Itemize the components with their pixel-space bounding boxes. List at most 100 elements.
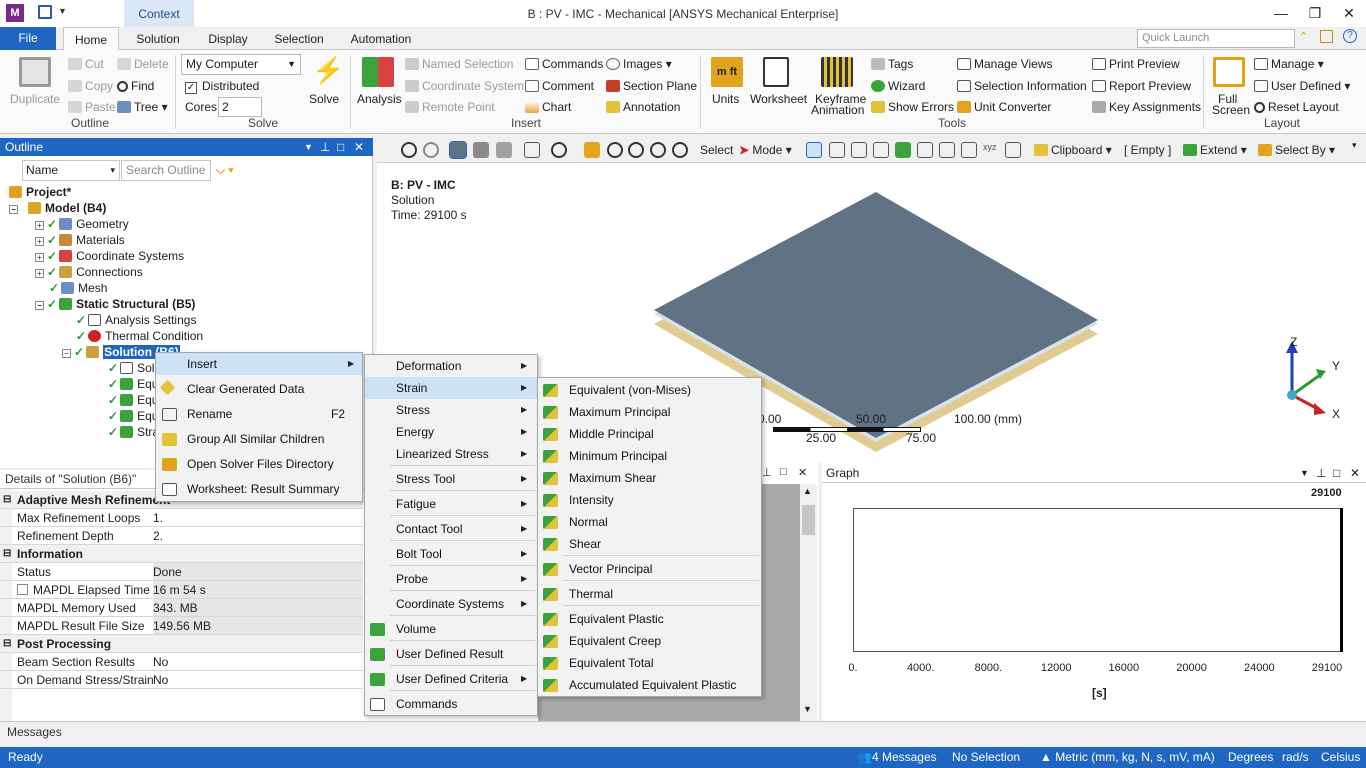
show-errors-button[interactable]: Show Errors	[871, 100, 954, 114]
panel-close-icon[interactable]: ✕	[798, 466, 807, 479]
context-menu-rename[interactable]: Rename F2	[156, 403, 362, 425]
section-plane-button[interactable]: Section Plane	[606, 79, 697, 93]
images-button[interactable]: Images ▾	[606, 57, 672, 71]
insert-menu-commands[interactable]: Commands	[365, 693, 537, 715]
tree-item-geometry[interactable]: + ✓ Geometry	[35, 216, 129, 232]
tree-item-result-3[interactable]: ✓ Equi	[108, 408, 161, 424]
coordinate-icon[interactable]: xyz	[983, 142, 999, 158]
rotate-icon[interactable]	[551, 142, 567, 158]
tree-item-result-4[interactable]: ✓ Stra	[108, 424, 159, 440]
remote-point-button[interactable]: Remote Point	[405, 100, 495, 114]
tree-button[interactable]: Tree ▾	[117, 100, 168, 114]
zoom-in-icon[interactable]	[401, 142, 417, 158]
graph-close-icon[interactable]: ✕	[1350, 463, 1360, 483]
key-assignments-button[interactable]: Key Assignments	[1092, 100, 1201, 114]
details-row-on-demand-stress-strain[interactable]: On Demand Stress/Strain No	[0, 671, 363, 689]
search-outline-input[interactable]: Search Outline	[121, 160, 211, 181]
toolbar-overflow-icon[interactable]: ▾	[1352, 140, 1357, 151]
computer-select[interactable]: My Computer ▼	[181, 54, 301, 75]
zoom-out-icon[interactable]	[423, 142, 439, 158]
analysis-button[interactable]: Analysis	[357, 92, 402, 106]
print-preview-button[interactable]: Print Preview	[1092, 57, 1180, 71]
insert-menu-energy[interactable]: Energy ▶	[365, 421, 537, 443]
strain-menu-minimum-principal[interactable]: Minimum Principal	[538, 445, 761, 467]
reset-layout-button[interactable]: Reset Layout	[1254, 100, 1339, 114]
details-row-mapdl-result-file-size[interactable]: MAPDL Result File Size 149.56 MB	[0, 617, 363, 635]
details-row-refinement-depth[interactable]: Refinement Depth 2.	[0, 527, 363, 545]
tab-automation[interactable]: Automation	[343, 27, 419, 51]
select-vertex-icon[interactable]	[829, 142, 845, 158]
insert-menu-deformation[interactable]: Deformation ▶	[365, 355, 537, 377]
strain-menu-shear[interactable]: Shear	[538, 533, 761, 555]
strain-menu-equivalent-plastic[interactable]: Equivalent Plastic	[538, 608, 761, 630]
insert-menu-stress-tool[interactable]: Stress Tool ▶	[365, 468, 537, 490]
details-row-max-refinement-loops[interactable]: Max Refinement Loops 1.	[0, 509, 363, 527]
insert-menu-coordinate-systems[interactable]: Coordinate Systems ▶	[365, 593, 537, 615]
insert-menu-linearized-stress[interactable]: Linearized Stress ▶	[365, 443, 537, 465]
manage-button[interactable]: Manage ▾	[1254, 57, 1324, 71]
solve-button[interactable]: Solve	[309, 92, 339, 106]
context-menu-insert[interactable]: Insert ▶	[156, 353, 362, 375]
select-node-icon[interactable]	[917, 142, 933, 158]
status-celsius[interactable]: Celsius	[1321, 747, 1360, 768]
shaded-icon[interactable]	[473, 142, 489, 158]
details-section-post-processing[interactable]: Post Processing ⊟	[0, 635, 363, 653]
tree-item-materials[interactable]: + ✓ Materials	[35, 232, 125, 248]
graph-menu-icon[interactable]: ▼	[1300, 463, 1309, 483]
tree-item-connections[interactable]: + ✓ Connections	[35, 264, 143, 280]
insert-menu-bolt-tool[interactable]: Bolt Tool ▶	[365, 543, 537, 565]
solve-icon[interactable]: ⚡	[312, 56, 344, 84]
cores-input[interactable]: 2	[218, 97, 262, 117]
select-element-icon[interactable]	[961, 142, 977, 158]
zoom-fit-icon[interactable]	[628, 142, 644, 158]
find-button[interactable]: Find	[117, 79, 154, 93]
quick-launch-input[interactable]: Quick Launch	[1137, 29, 1295, 48]
filter-chevron-icon[interactable]: ⌵ ▾	[216, 163, 233, 178]
selection-filter-icon[interactable]	[1005, 142, 1021, 158]
unit-converter-button[interactable]: Unit Converter	[957, 100, 1051, 114]
panel-maximize-icon[interactable]: □	[780, 466, 787, 478]
chart-button[interactable]: Chart	[525, 100, 571, 114]
help-icon[interactable]: ?	[1343, 29, 1357, 43]
zoom-box-icon[interactable]	[607, 142, 623, 158]
strain-menu-equivalent-total[interactable]: Equivalent Total	[538, 652, 761, 674]
tree-item-analysis-settings[interactable]: ✓ Analysis Settings	[76, 312, 196, 328]
insert-menu-contact-tool[interactable]: Contact Tool ▶	[365, 518, 537, 540]
select-edge-icon[interactable]	[851, 142, 867, 158]
tree-item-mesh[interactable]: ✓ Mesh	[49, 280, 107, 296]
save-icon[interactable]	[38, 5, 52, 19]
annotation-button[interactable]: Annotation	[606, 100, 680, 114]
tree-item-static-structural[interactable]: − ✓ Static Structural (B5)	[35, 296, 195, 312]
commands-button[interactable]: Commands	[525, 57, 603, 71]
insert-menu-volume[interactable]: Volume	[365, 618, 537, 640]
tab-display[interactable]: Display	[198, 27, 258, 51]
strain-menu-maximum-shear[interactable]: Maximum Shear	[538, 467, 761, 489]
graph-pin-icon[interactable]: ⊥	[1316, 463, 1326, 483]
comment-button[interactable]: Comment	[525, 79, 594, 93]
close-panel-icon[interactable]: ✕	[354, 138, 364, 156]
select-element-face-icon[interactable]	[939, 142, 955, 158]
named-selection-button[interactable]: Named Selection	[405, 57, 513, 71]
messages-panel[interactable]: Messages	[0, 721, 1366, 747]
tab-selection[interactable]: Selection	[265, 27, 333, 51]
status-units[interactable]: ▲ Metric (mm, kg, N, s, mV, mA)	[1040, 747, 1215, 768]
strain-menu-thermal[interactable]: Thermal	[538, 583, 761, 605]
strain-menu-normal[interactable]: Normal	[538, 511, 761, 533]
status-messages[interactable]: 👥4 Messages	[857, 747, 937, 768]
clipboard-button[interactable]: Clipboard ▾	[1034, 143, 1112, 157]
panel-pin-icon[interactable]: ⊥	[762, 466, 772, 479]
tab-home[interactable]: Home	[63, 27, 119, 51]
insert-menu-strain[interactable]: Strain ▶	[365, 377, 537, 399]
worksheet-button[interactable]: Worksheet	[750, 92, 807, 106]
insert-menu-user-defined-criteria[interactable]: User Defined Criteria ▶	[365, 668, 537, 690]
select-point-icon[interactable]	[806, 142, 822, 158]
user-defined-button[interactable]: User Defined ▾	[1254, 79, 1350, 93]
tags-button[interactable]: Tags	[871, 57, 913, 71]
tab-solution[interactable]: Solution	[128, 27, 188, 51]
strain-menu-equivalent-von-mises-[interactable]: Equivalent (von-Mises)	[538, 379, 761, 401]
insert-menu-probe[interactable]: Probe ▶	[365, 568, 537, 590]
tab-file[interactable]: File	[0, 27, 56, 50]
pan-icon[interactable]	[584, 142, 600, 158]
insert-menu-user-defined-result[interactable]: User Defined Result	[365, 643, 537, 665]
tree-item-coordinate-systems[interactable]: + ✓ Coordinate Systems	[35, 248, 184, 264]
